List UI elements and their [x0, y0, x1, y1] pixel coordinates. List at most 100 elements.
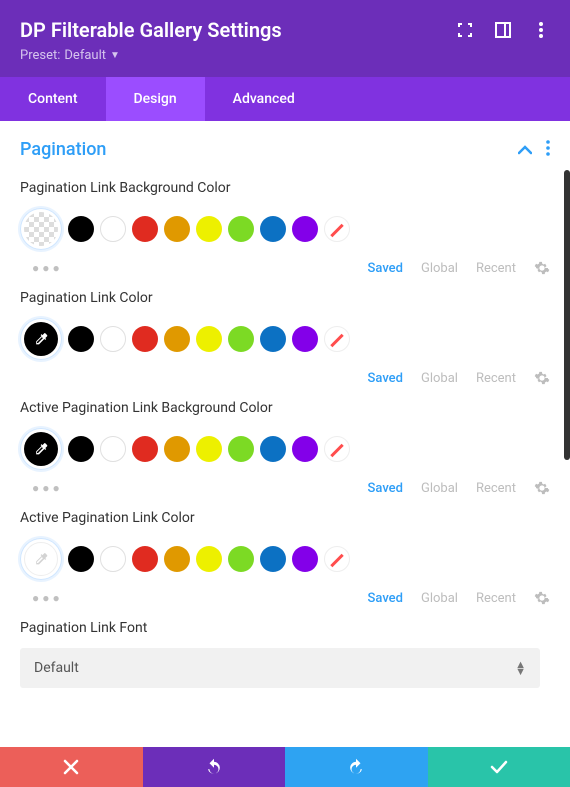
- current-color-swatch[interactable]: [20, 318, 62, 360]
- caret-down-icon: ▼: [110, 50, 120, 61]
- color-swatch-green[interactable]: [228, 326, 254, 352]
- color-swatch-white[interactable]: [100, 546, 126, 572]
- section-more-icon[interactable]: [546, 140, 550, 160]
- field-label: Active Pagination Link Background Color: [20, 400, 550, 416]
- color-swatch-white[interactable]: [100, 326, 126, 352]
- color-swatch-red[interactable]: [132, 546, 158, 572]
- section-title[interactable]: Pagination: [20, 139, 106, 160]
- preset-value: Default: [64, 48, 106, 63]
- palette-tab-global[interactable]: Global: [421, 481, 458, 496]
- color-swatch-red[interactable]: [132, 216, 158, 242]
- palette-tab-recent[interactable]: Recent: [476, 371, 516, 386]
- more-dots-icon[interactable]: ● ● ●: [32, 261, 60, 275]
- color-swatch-orange[interactable]: [164, 326, 190, 352]
- color-swatch-orange[interactable]: [164, 546, 190, 572]
- palette-tab-recent[interactable]: Recent: [476, 591, 516, 606]
- tab-design[interactable]: Design: [106, 77, 205, 121]
- redo-icon: [347, 758, 365, 776]
- more-dots-icon[interactable]: ● ● ●: [32, 591, 60, 605]
- palette-tab-global[interactable]: Global: [421, 261, 458, 276]
- color-swatch-white[interactable]: [100, 216, 126, 242]
- color-swatch-red[interactable]: [132, 326, 158, 352]
- palette-tab-saved[interactable]: Saved: [368, 591, 403, 606]
- more-dots-icon[interactable]: ● ● ●: [32, 481, 60, 495]
- expand-icon[interactable]: [456, 21, 474, 39]
- gear-icon[interactable]: [534, 480, 550, 496]
- color-swatch-clear[interactable]: [324, 546, 350, 572]
- color-swatch-red[interactable]: [132, 436, 158, 462]
- field-pagination-link-font: Pagination Link Font Default ▲▼: [20, 620, 550, 688]
- palette-tab-recent[interactable]: Recent: [476, 261, 516, 276]
- close-icon: [63, 759, 79, 775]
- color-swatch-black[interactable]: [68, 436, 94, 462]
- color-swatch-blue[interactable]: [260, 546, 286, 572]
- color-swatch-purple[interactable]: [292, 326, 318, 352]
- color-swatch-purple[interactable]: [292, 436, 318, 462]
- current-color-swatch[interactable]: [20, 538, 62, 580]
- cancel-button[interactable]: [0, 747, 143, 787]
- palette-tab-saved[interactable]: Saved: [368, 371, 403, 386]
- color-swatch-green[interactable]: [228, 216, 254, 242]
- color-palette: [20, 428, 550, 470]
- select-arrows-icon: ▲▼: [515, 661, 526, 675]
- more-icon[interactable]: [532, 21, 550, 39]
- field-label: Pagination Link Background Color: [20, 180, 550, 196]
- color-swatch-green[interactable]: [228, 546, 254, 572]
- collapse-icon[interactable]: [518, 140, 532, 159]
- color-swatch-yellow[interactable]: [196, 216, 222, 242]
- color-swatch-white[interactable]: [100, 436, 126, 462]
- preset-selector[interactable]: Preset: Default ▼: [20, 48, 120, 77]
- color-swatch-black[interactable]: [68, 326, 94, 352]
- wireframe-icon[interactable]: [494, 21, 512, 39]
- palette-tab-saved[interactable]: Saved: [368, 481, 403, 496]
- color-swatch-yellow[interactable]: [196, 436, 222, 462]
- eyedropper-icon: [33, 331, 49, 347]
- save-button[interactable]: [428, 747, 570, 787]
- redo-button[interactable]: [285, 747, 428, 787]
- settings-header: DP Filterable Gallery Settings Preset: D…: [0, 0, 570, 77]
- color-swatch-black[interactable]: [68, 546, 94, 572]
- color-swatch-clear[interactable]: [324, 326, 350, 352]
- current-color-inner: [24, 322, 58, 356]
- color-swatch-blue[interactable]: [260, 216, 286, 242]
- color-swatch-yellow[interactable]: [196, 326, 222, 352]
- color-swatch-clear[interactable]: [324, 436, 350, 462]
- action-bar: [0, 747, 570, 787]
- gear-icon[interactable]: [534, 590, 550, 606]
- tab-content[interactable]: Content: [0, 77, 106, 121]
- field-label: Pagination Link Color: [20, 290, 550, 306]
- gear-icon[interactable]: [534, 370, 550, 386]
- palette-tab-global[interactable]: Global: [421, 371, 458, 386]
- field-label: Active Pagination Link Color: [20, 510, 550, 526]
- gear-icon[interactable]: [534, 260, 550, 276]
- color-swatch-orange[interactable]: [164, 216, 190, 242]
- palette-tab-saved[interactable]: Saved: [368, 261, 403, 276]
- eyedropper-icon: [33, 441, 49, 457]
- transparent-swatch-icon: [24, 212, 58, 246]
- font-select[interactable]: Default ▲▼: [20, 648, 540, 688]
- current-color-inner: [24, 432, 58, 466]
- palette-tab-recent[interactable]: Recent: [476, 481, 516, 496]
- scrollbar-thumb[interactable]: [564, 170, 570, 460]
- color-swatch-green[interactable]: [228, 436, 254, 462]
- undo-button[interactable]: [143, 747, 286, 787]
- current-color-swatch[interactable]: [20, 208, 62, 250]
- color-swatch-blue[interactable]: [260, 326, 286, 352]
- color-palette: [20, 208, 550, 250]
- color-swatch-blue[interactable]: [260, 436, 286, 462]
- color-swatch-clear[interactable]: [324, 216, 350, 242]
- section-header: Pagination: [20, 139, 550, 160]
- color-palette: [20, 318, 550, 360]
- current-color-swatch[interactable]: [20, 428, 62, 470]
- tab-advanced[interactable]: Advanced: [205, 77, 323, 121]
- color-swatch-orange[interactable]: [164, 436, 190, 462]
- settings-title: DP Filterable Gallery Settings: [20, 18, 282, 42]
- preset-label: Preset:: [20, 48, 60, 63]
- color-swatch-black[interactable]: [68, 216, 94, 242]
- color-swatch-yellow[interactable]: [196, 546, 222, 572]
- color-swatch-purple[interactable]: [292, 216, 318, 242]
- color-swatch-purple[interactable]: [292, 546, 318, 572]
- field-pagination-link-color: Pagination Link Color ● ● ● Saved Global…: [20, 290, 550, 386]
- tab-bar: Content Design Advanced: [0, 77, 570, 121]
- palette-tab-global[interactable]: Global: [421, 591, 458, 606]
